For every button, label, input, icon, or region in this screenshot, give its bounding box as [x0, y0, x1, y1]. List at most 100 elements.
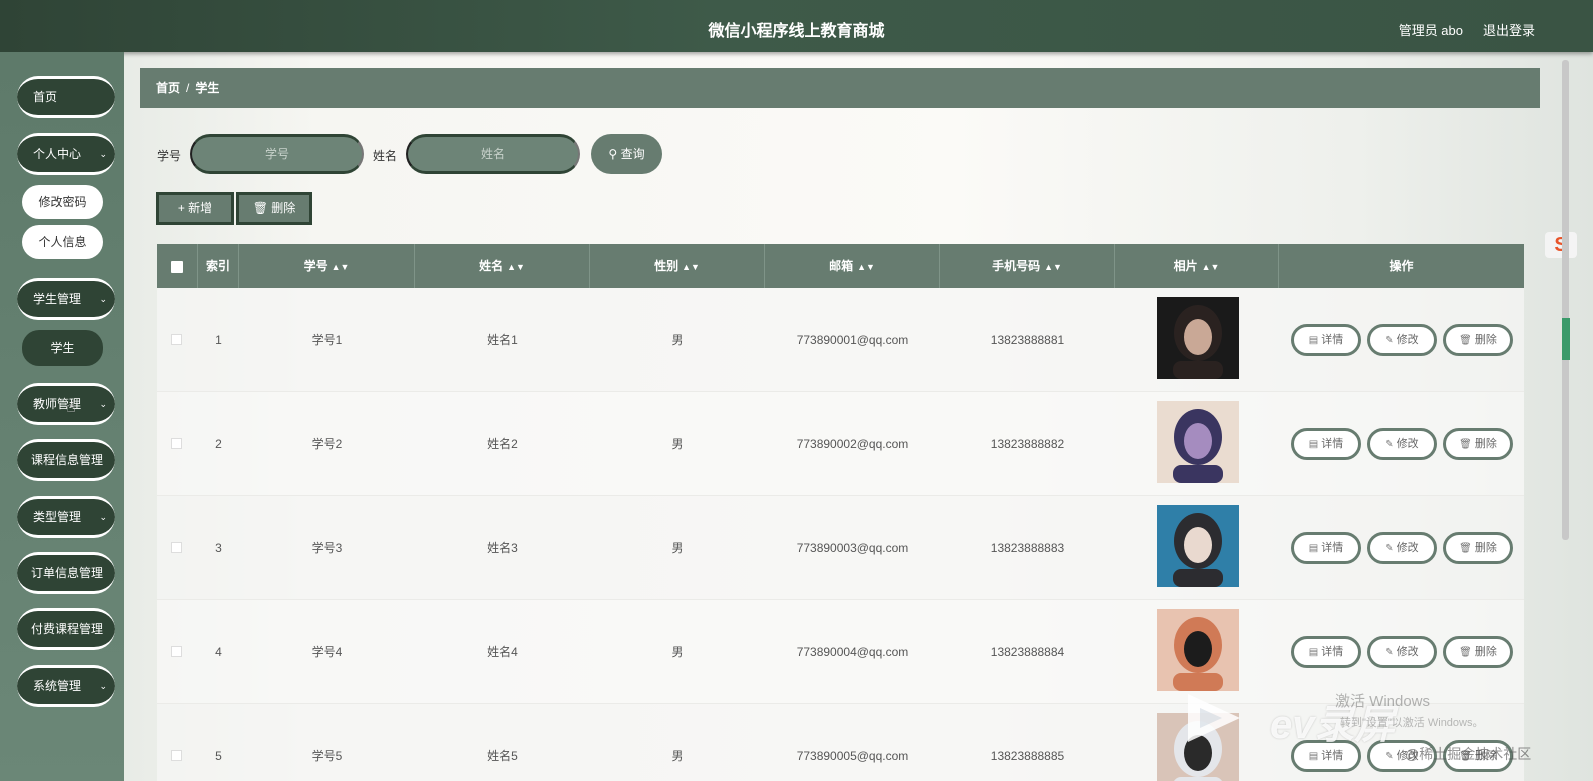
detail-button[interactable]: ▤ 详情 [1291, 636, 1361, 668]
page-scrollbar[interactable] [1562, 60, 1569, 540]
column-header-label: 手机号码 [992, 259, 1041, 273]
document-icon: ▤ [1308, 439, 1319, 450]
portrait-image [1157, 609, 1239, 691]
side-widget[interactable] [1562, 318, 1570, 360]
sidebar-subitem-personal-info[interactable]: 个人信息 [22, 225, 103, 259]
row-delete-button[interactable]: 🗑 删除 [1443, 324, 1513, 356]
student-photo[interactable] [1157, 297, 1239, 379]
student-photo[interactable] [1157, 505, 1239, 587]
detail-button[interactable]: ▤ 详情 [1291, 324, 1361, 356]
portrait-image [1157, 297, 1239, 379]
bulk-delete-button[interactable]: 🗑 删除 [236, 192, 312, 225]
student-id-label: 学号 [157, 149, 182, 163]
cell-phone: 13823888884 [990, 645, 1065, 659]
detail-button[interactable]: ▤ 详情 [1291, 428, 1361, 460]
table-row[interactable]: 1 学号1 姓名1 男 773890001@qq.com 13823888881 ▤ 详情 ✎ 修… [157, 288, 1524, 392]
student-id-input[interactable] [190, 134, 364, 174]
column-header-photo[interactable]: 相片 ▲▼ [1115, 244, 1279, 288]
cell-index: 5 [215, 749, 222, 763]
name-input[interactable] [406, 134, 580, 174]
column-header-label: 相片 [1173, 259, 1198, 273]
sidebar-item-type-management[interactable]: 类型管理 ⌄ [17, 496, 115, 538]
cell-email: 773890001@qq.com [796, 333, 909, 347]
cell-student-id: 学号2 [311, 437, 343, 451]
row-delete-button[interactable]: 🗑 删除 [1443, 428, 1513, 460]
sidebar-item-course-info[interactable]: 课程信息管理 [17, 439, 115, 481]
edit-button-label: 修改 [1396, 646, 1419, 658]
chevron-down-icon: ⌄ [99, 512, 107, 522]
table-row[interactable]: 2 学号2 姓名2 男 773890002@qq.com 13823888882 ▤ 详情 ✎ 修… [157, 392, 1524, 496]
logout-link[interactable]: 退出登录 [1483, 20, 1535, 39]
add-button[interactable]: + 新增 [156, 192, 234, 225]
edit-button[interactable]: ✎ 修改 [1367, 532, 1437, 564]
row-checkbox[interactable] [171, 750, 182, 761]
sidebar-item-personal[interactable]: 个人中心 ⌄ [17, 133, 115, 175]
column-header-student-id[interactable]: 学号 ▲▼ [239, 244, 415, 288]
cell-student-id: 学号5 [311, 749, 343, 763]
cell-name: 姓名1 [487, 333, 518, 347]
edit-button[interactable]: ✎ 修改 [1367, 324, 1437, 356]
hand-cursor-icon: ☝ [66, 399, 76, 416]
sidebar-item-label: 付费课程管理 [31, 622, 104, 636]
search-icon: ⚲ [608, 147, 618, 161]
edit-button[interactable]: ✎ 修改 [1367, 636, 1437, 668]
detail-button[interactable]: ▤ 详情 [1291, 532, 1361, 564]
student-photo[interactable] [1157, 401, 1239, 483]
sidebar-subitem-change-password[interactable]: 修改密码 [22, 185, 103, 219]
row-checkbox[interactable] [171, 542, 182, 553]
row-delete-button[interactable]: 🗑 删除 [1443, 532, 1513, 564]
chevron-down-icon: ⌄ [99, 294, 107, 304]
search-button[interactable]: ⚲ 查询 [591, 134, 662, 174]
breadcrumb-home[interactable]: 首页 [156, 81, 180, 95]
sidebar-item-label: 类型管理 [33, 510, 82, 524]
sidebar-item-order-info[interactable]: 订单信息管理 [17, 552, 115, 594]
trash-icon: 🗑 [1459, 335, 1472, 346]
plus-icon: + [177, 201, 185, 215]
column-header-name[interactable]: 姓名 ▲▼ [415, 244, 590, 288]
select-all-cell [157, 244, 198, 288]
sidebar-item-paid-course[interactable]: 付费课程管理 [17, 608, 115, 650]
column-header-gender[interactable]: 性别 ▲▼ [590, 244, 765, 288]
column-header-phone[interactable]: 手机号码 ▲▼ [940, 244, 1115, 288]
row-checkbox[interactable] [171, 438, 182, 449]
sidebar-item-home[interactable]: 首页 [17, 76, 115, 118]
delete-button-label: 删除 [1474, 542, 1497, 554]
admin-user-label: 管理员 abo [1398, 23, 1463, 38]
top-bar: 微信小程序线上教育商城 管理员 abo 退出登录 [0, 0, 1593, 52]
column-header-email[interactable]: 邮箱 ▲▼ [765, 244, 940, 288]
cell-gender: 男 [671, 541, 684, 555]
chevron-down-icon: ⌄ [99, 149, 107, 159]
sort-icon: ▲▼ [1044, 262, 1062, 272]
row-checkbox[interactable] [171, 334, 182, 345]
row-checkbox[interactable] [171, 646, 182, 657]
document-icon: ▤ [1308, 647, 1319, 658]
sidebar-subitem-student[interactable]: 学生 [22, 330, 103, 366]
cell-gender: 男 [671, 437, 684, 451]
trash-icon: 🗑 [1459, 543, 1472, 554]
row-delete-button[interactable]: 🗑 删除 [1443, 636, 1513, 668]
windows-activation-title: 激活 Windows [1335, 693, 1431, 710]
sogou-s-icon[interactable]: S [1545, 232, 1577, 258]
cell-name: 姓名5 [487, 749, 518, 763]
trash-icon: 🗑 [1459, 439, 1472, 450]
search-button-label: 查询 [620, 147, 645, 161]
column-header-label: 性别 [654, 259, 679, 273]
edit-button-label: 修改 [1396, 542, 1419, 554]
cell-email: 773890004@qq.com [796, 645, 909, 659]
sidebar-item-label: 学生管理 [33, 292, 82, 306]
table-row[interactable]: 4 学号4 姓名4 男 773890004@qq.com 13823888884 ▤ 详情 ✎ 修… [157, 600, 1524, 704]
select-all-checkbox[interactable] [171, 261, 183, 273]
edit-button[interactable]: ✎ 修改 [1367, 428, 1437, 460]
detail-button-label: 详情 [1321, 750, 1344, 762]
sidebar-item-system-management[interactable]: 系统管理 ⌄ [17, 665, 115, 707]
chevron-down-icon: ⌄ [99, 399, 107, 409]
sort-icon: ▲▼ [1201, 262, 1220, 272]
sidebar-item-student-management[interactable]: 学生管理 ⌄ [17, 278, 115, 320]
cell-gender: 男 [671, 749, 684, 763]
trash-icon: 🗑 [1459, 647, 1472, 658]
table-header: 索引 学号 ▲▼ 姓名 ▲▼ 性别 ▲▼ 邮箱 ▲▼ 手机号码 ▲▼ 相片 ▲▼ 操作 [157, 244, 1524, 288]
student-photo[interactable] [1157, 609, 1239, 691]
cell-index: 1 [215, 333, 222, 347]
delete-button-label: 删除 [1474, 438, 1497, 450]
table-row[interactable]: 3 学号3 姓名3 男 773890003@qq.com 13823888883 ▤ 详情 ✎ 修… [157, 496, 1524, 600]
